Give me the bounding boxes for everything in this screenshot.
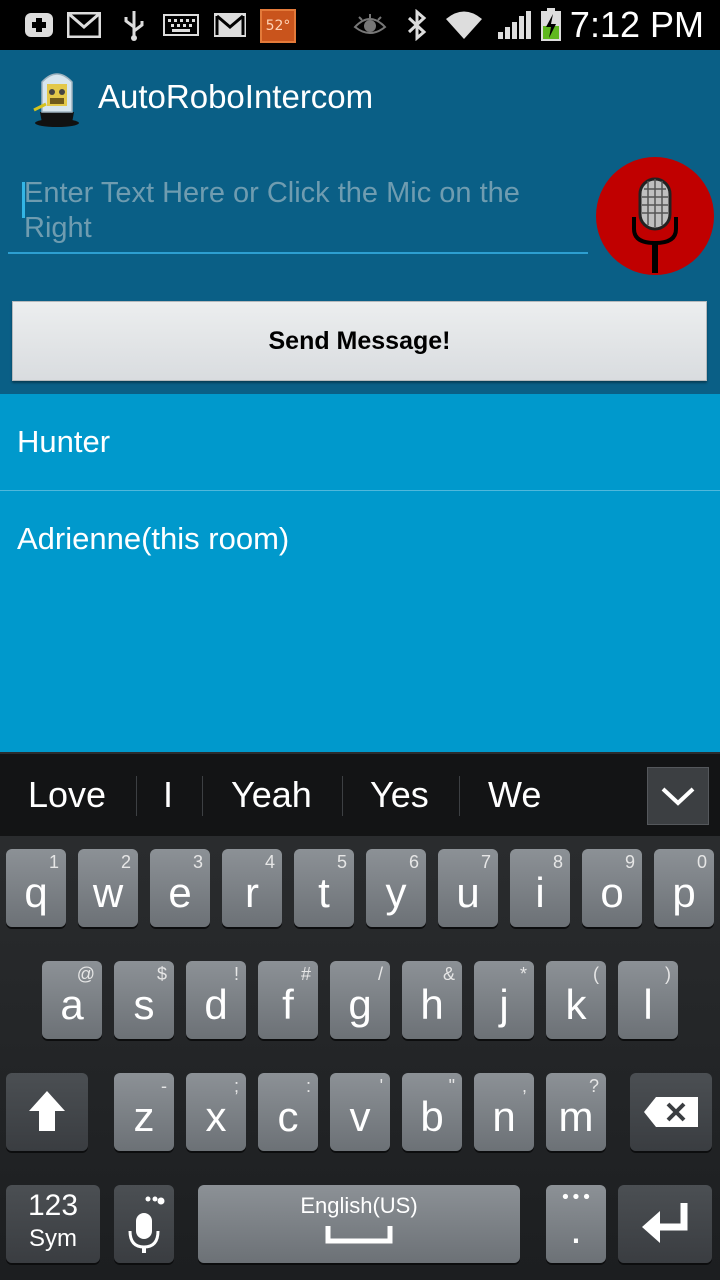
- key-v[interactable]: ' v: [330, 1073, 390, 1151]
- weather-temperature-badge: 52°: [260, 9, 296, 43]
- key-i[interactable]: 8i: [510, 849, 570, 927]
- key-e[interactable]: 3e: [150, 849, 210, 927]
- shift-arrow-icon: [29, 1091, 65, 1131]
- enter-key[interactable]: [618, 1185, 712, 1263]
- backspace-key[interactable]: [630, 1073, 712, 1151]
- suggestion-yes[interactable]: Yes: [370, 774, 429, 816]
- key-w[interactable]: 2w: [78, 849, 138, 927]
- chevron-down-icon: [661, 787, 695, 806]
- keyboard-keys: 1q 2w 3e 4r 5t 6y 7u 8i 9o 0p @ a $ s ! d #…: [0, 836, 720, 1280]
- key-s[interactable]: $ s: [114, 961, 174, 1039]
- usb-icon: [120, 8, 148, 42]
- clock: 7:12 PM: [569, 4, 704, 45]
- keyboard-icon: [162, 8, 200, 42]
- key-o[interactable]: 9o: [582, 849, 642, 927]
- add-notification-icon: [22, 8, 56, 42]
- email-icon: [66, 8, 102, 42]
- gmail-icon: [212, 8, 248, 42]
- divider: [342, 776, 343, 816]
- robot-app-icon: [32, 68, 82, 128]
- key-k[interactable]: (k: [546, 961, 606, 1039]
- app-title: AutoRoboIntercom: [98, 78, 374, 115]
- key-r[interactable]: 4r: [222, 849, 282, 927]
- key-m[interactable]: ? m: [546, 1073, 606, 1151]
- key-l[interactable]: ) l: [618, 961, 678, 1039]
- divider: [202, 776, 203, 816]
- key-d[interactable]: ! d: [186, 961, 246, 1039]
- divider: [459, 776, 460, 816]
- signal-icon: [494, 8, 534, 42]
- key-h[interactable]: & h: [402, 961, 462, 1039]
- suggestion-yeah[interactable]: Yeah: [231, 774, 312, 816]
- enter-icon: [642, 1203, 688, 1243]
- message-input-placeholder: Enter Text Here or Click the Mic on the …: [24, 177, 520, 244]
- backspace-icon: [644, 1097, 698, 1127]
- key-g[interactable]: / g: [330, 961, 390, 1039]
- key-z[interactable]: -z: [114, 1073, 174, 1151]
- eye-icon: [352, 8, 388, 42]
- suggestion-love[interactable]: Love: [28, 774, 106, 816]
- expand-suggestions-button[interactable]: [647, 767, 709, 825]
- key-n[interactable]: ,n: [474, 1073, 534, 1151]
- key-j[interactable]: * j: [474, 961, 534, 1039]
- status-bar: 52° 7:12 PM: [0, 0, 720, 50]
- space-bar-icon: [325, 1226, 393, 1244]
- suggestion-i[interactable]: I: [163, 774, 173, 816]
- key-f[interactable]: # f: [258, 961, 318, 1039]
- key-u[interactable]: 7u: [438, 849, 498, 927]
- key-t[interactable]: 5t: [294, 849, 354, 927]
- key-b[interactable]: " b: [402, 1073, 462, 1151]
- key-x[interactable]: ; x: [186, 1073, 246, 1151]
- key-a[interactable]: @ a: [42, 961, 102, 1039]
- wifi-icon: [444, 8, 484, 42]
- key-q[interactable]: 1q: [6, 849, 66, 927]
- microphone-button[interactable]: [596, 157, 714, 275]
- period-key[interactable]: ••• .: [546, 1185, 606, 1263]
- microphone-icon: [632, 177, 678, 273]
- list-item[interactable]: Adrienne(this room): [0, 491, 720, 588]
- suggestion-we[interactable]: We: [488, 774, 541, 816]
- key-y[interactable]: 6y: [366, 849, 426, 927]
- room-name: Adrienne(this room): [17, 521, 290, 556]
- shift-key[interactable]: [6, 1073, 88, 1151]
- battery-charging-icon: [538, 8, 564, 42]
- send-message-button[interactable]: Send Message!: [12, 301, 707, 381]
- voice-input-key[interactable]: [114, 1185, 174, 1263]
- key-c[interactable]: :c: [258, 1073, 318, 1151]
- bluetooth-icon: [404, 8, 430, 42]
- suggestion-bar: Love I Yeah Yes We: [0, 752, 720, 838]
- key-p[interactable]: 0p: [654, 849, 714, 927]
- message-input[interactable]: Enter Text Here or Click the Mic on the …: [8, 172, 588, 254]
- voice-settings-icon: [128, 1196, 165, 1253]
- space-key[interactable]: English(US): [198, 1185, 520, 1263]
- room-name: Hunter: [17, 424, 111, 459]
- symbols-key[interactable]: 123 Sym: [6, 1185, 100, 1263]
- divider: [136, 776, 137, 816]
- list-item[interactable]: Hunter: [0, 394, 720, 491]
- soft-keyboard: Love I Yeah Yes We 1q 2w 3e 4r 5t 6y 7u …: [0, 752, 720, 1280]
